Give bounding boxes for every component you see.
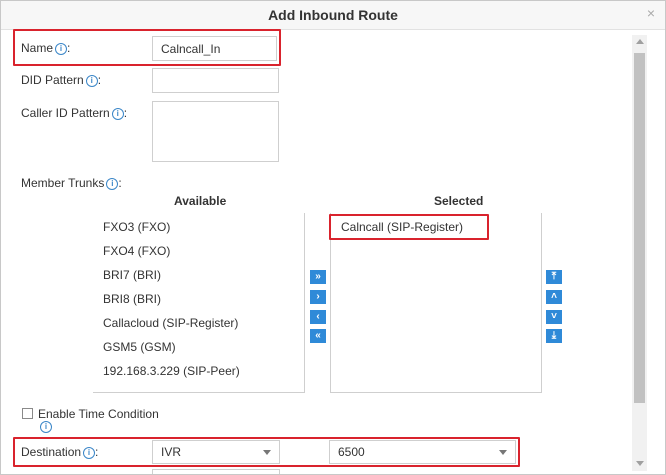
selected-trunk-highlight <box>329 214 489 240</box>
did-pattern-label: DID Pattern i: <box>21 73 102 87</box>
close-icon[interactable]: × <box>647 5 655 21</box>
scroll-up-icon[interactable] <box>636 39 644 44</box>
selected-header: Selected <box>434 194 484 208</box>
available-header: Available <box>174 194 227 208</box>
enable-time-condition-checkbox[interactable] <box>22 408 33 419</box>
did-pattern-label-text: DID Pattern <box>21 73 84 87</box>
list-item[interactable]: FXO3 (FXO) <box>103 220 170 234</box>
list-item[interactable]: BRI8 (BRI) <box>103 292 161 306</box>
info-icon[interactable]: i <box>55 43 68 55</box>
caller-id-pattern-label-text: Caller ID Pattern <box>21 106 110 120</box>
scrollbar-thumb[interactable] <box>634 53 645 403</box>
list-item[interactable]: Callacloud (SIP-Register) <box>103 316 238 330</box>
move-down-button[interactable]: ˅ <box>546 310 562 324</box>
destination-type-select[interactable]: IVR <box>152 440 280 464</box>
scroll-down-icon[interactable] <box>636 461 644 466</box>
info-icon[interactable]: i <box>85 75 98 87</box>
list-item[interactable]: FXO4 (FXO) <box>103 244 170 258</box>
move-bottom-button[interactable]: ⤓ <box>546 329 562 343</box>
info-icon[interactable]: i <box>40 421 52 433</box>
dialog-title: Add Inbound Route <box>1 1 665 30</box>
list-item[interactable]: BRI7 (BRI) <box>103 268 161 282</box>
list-item[interactable]: GSM5 (GSM) <box>103 340 176 354</box>
move-left-button[interactable]: ‹ <box>310 310 326 324</box>
info-icon[interactable]: i <box>83 447 96 459</box>
caller-id-pattern-textarea[interactable] <box>152 101 279 162</box>
enable-time-condition-label: Enable Time Condition <box>38 407 159 421</box>
info-icon[interactable]: i <box>111 108 124 120</box>
available-trunks-list[interactable]: FXO3 (FXO) FXO4 (FXO) BRI7 (BRI) BRI8 (B… <box>93 213 305 393</box>
name-label-text: Name <box>21 41 54 55</box>
move-top-button[interactable]: ⤒ <box>546 270 562 284</box>
list-item[interactable]: 192.168.3.229 (SIP-Peer) <box>103 364 240 378</box>
info-icon[interactable]: i <box>106 178 119 190</box>
move-all-right-button[interactable]: » <box>310 270 326 284</box>
add-inbound-route-dialog: Add Inbound Route × Name i: Calncall_In D… <box>0 0 666 475</box>
destination-target-select[interactable]: 6500 <box>329 440 516 464</box>
chevron-down-icon <box>263 450 271 455</box>
destination-label: Destination i: <box>21 445 99 459</box>
move-all-left-button[interactable]: « <box>310 329 326 343</box>
did-pattern-input[interactable] <box>152 68 279 93</box>
caller-id-pattern-label: Caller ID Pattern i: <box>21 106 128 120</box>
member-trunks-label-text: Member Trunks <box>21 176 105 190</box>
destination-target-value: 6500 <box>338 445 365 459</box>
destination-label-text: Destination <box>21 445 82 459</box>
move-right-button[interactable]: › <box>310 290 326 304</box>
move-up-button[interactable]: ˄ <box>546 290 562 304</box>
next-row-input[interactable] <box>152 469 280 474</box>
chevron-down-icon <box>499 450 507 455</box>
selected-trunks-list[interactable]: Calncall (SIP-Register) <box>330 213 542 393</box>
name-label: Name i: <box>21 41 71 55</box>
name-input[interactable]: Calncall_In <box>152 36 277 61</box>
time-condition-info: i <box>38 419 52 433</box>
destination-type-value: IVR <box>161 445 182 459</box>
member-trunks-label: Member Trunks i: <box>21 176 122 190</box>
